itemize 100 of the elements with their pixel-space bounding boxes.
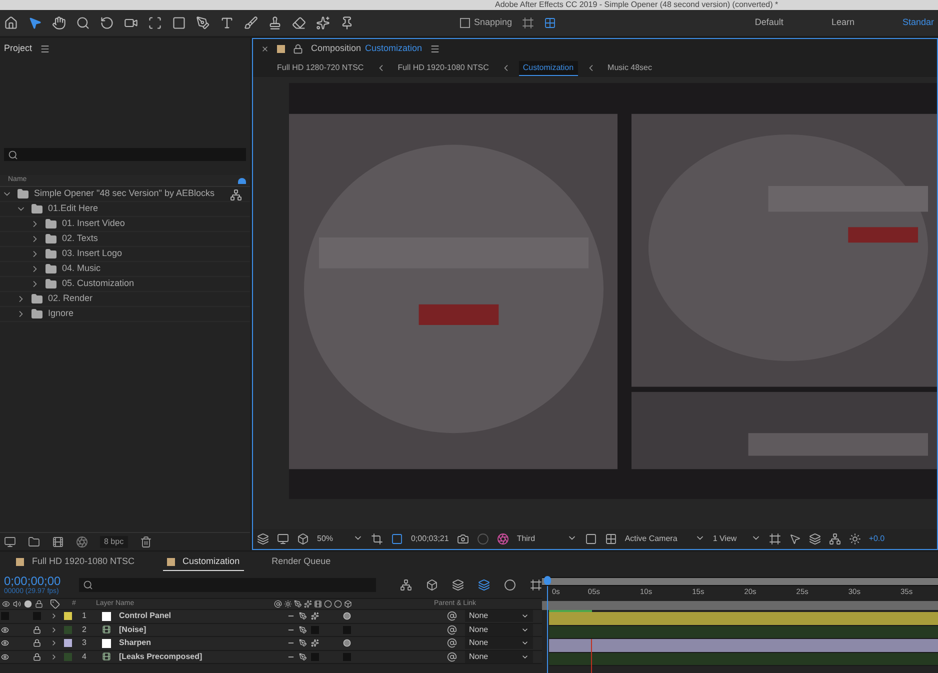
flowchart-icon[interactable]: [230, 189, 242, 201]
lock-icon[interactable]: [293, 44, 303, 54]
quality-icon[interactable]: [299, 652, 307, 661]
pan-behind-tool-icon[interactable]: [148, 16, 162, 30]
label-icon[interactable]: [50, 599, 60, 609]
camera-dropdown[interactable]: Active Camera: [624, 533, 705, 545]
visibility-icon[interactable]: [1, 652, 9, 661]
project-item[interactable]: 04. Music: [62, 262, 101, 276]
project-item[interactable]: 02. Texts: [62, 232, 98, 246]
lock-icon[interactable]: [33, 652, 41, 661]
quality-icon[interactable]: [299, 639, 307, 648]
rotate-tool-icon[interactable]: [100, 16, 114, 30]
current-time[interactable]: 0;00;03;21: [411, 533, 449, 545]
motion-blur-icon[interactable]: [504, 579, 516, 591]
layer-row[interactable]: 4 [Leaks Precomposed] None: [0, 650, 542, 664]
zoom-dropdown[interactable]: 50%: [317, 533, 363, 545]
effect-icon[interactable]: [311, 639, 319, 648]
timeline-tab[interactable]: Render Queue: [268, 553, 335, 571]
snapshot-icon[interactable]: [456, 533, 469, 545]
workspace-tab[interactable]: Default: [730, 16, 808, 30]
camera-tool-icon[interactable]: [124, 16, 138, 30]
collapse-switch-icon[interactable]: [284, 600, 292, 608]
lock-icon[interactable]: [33, 626, 41, 634]
pick-whip-icon[interactable]: [447, 652, 457, 662]
breadcrumb[interactable]: Full HD 1280-720 NTSC: [273, 61, 368, 75]
breadcrumb[interactable]: Customization: [518, 60, 578, 76]
eraser-tool-icon[interactable]: [292, 16, 306, 30]
hand-tool-icon[interactable]: [52, 16, 66, 30]
quality-icon[interactable]: [299, 612, 307, 620]
resolution-dropdown[interactable]: Third: [516, 533, 577, 545]
effect-switch-icon[interactable]: [304, 600, 312, 608]
quality-icon[interactable]: [299, 626, 307, 634]
effect-icon[interactable]: [311, 612, 319, 620]
new-folder-icon[interactable]: [28, 536, 40, 548]
solo-icon[interactable]: [24, 600, 32, 608]
project-item[interactable]: 01. Insert Video: [62, 217, 125, 231]
monitor-icon[interactable]: [277, 533, 289, 545]
label-swatch[interactable]: [64, 612, 72, 620]
snapping-checkbox[interactable]: Snapping: [460, 16, 512, 30]
new-composition-icon[interactable]: [52, 536, 64, 548]
project-item[interactable]: Simple Opener "48 sec Version" by AEBlocks: [34, 187, 214, 201]
roto-brush-icon[interactable]: [316, 16, 330, 30]
type-tool-icon[interactable]: [220, 16, 234, 30]
snap-grid-icon[interactable]: [544, 17, 556, 29]
timecode[interactable]: 0;00;00;00: [4, 574, 72, 588]
parent-dropdown[interactable]: None: [465, 610, 533, 622]
work-area-bar[interactable]: [542, 577, 938, 586]
close-icon[interactable]: [261, 45, 269, 53]
3d-switch-icon[interactable]: [344, 600, 352, 608]
playhead-handle[interactable]: [544, 576, 551, 585]
video-icon[interactable]: [2, 600, 10, 608]
layer-search-field[interactable]: [79, 578, 376, 592]
layer-duration-bar[interactable]: [549, 639, 938, 652]
shy-layers-icon[interactable]: [452, 579, 464, 591]
rectangle-tool-icon[interactable]: [172, 16, 186, 30]
project-item[interactable]: 03. Insert Logo: [62, 247, 122, 261]
timeline-tab[interactable]: Customization: [162, 552, 244, 572]
composition-tab[interactable]: Customization: [365, 42, 422, 56]
interpret-footage-icon[interactable]: [4, 536, 16, 548]
project-settings-icon[interactable]: [76, 536, 88, 548]
adjustment-layer-icon[interactable]: [343, 612, 351, 620]
transparency-grid-icon[interactable]: [604, 533, 617, 545]
exposure-value[interactable]: +0.0: [868, 533, 885, 545]
region-of-interest-icon[interactable]: [391, 533, 403, 545]
always-preview-icon[interactable]: [257, 533, 269, 545]
lock-icon[interactable]: [33, 639, 41, 648]
layer-name[interactable]: [Noise]: [119, 624, 287, 636]
clone-stamp-icon[interactable]: [268, 16, 282, 30]
bit-depth-button[interactable]: 8 bpc: [100, 536, 128, 548]
fast-preview-icon[interactable]: [584, 533, 597, 545]
pick-whip-icon[interactable]: [447, 611, 457, 622]
puppet-pin-icon[interactable]: [340, 16, 354, 30]
visibility-icon[interactable]: [1, 639, 9, 648]
workspace-tab[interactable]: Standar: [878, 16, 934, 30]
zoom-tool-icon[interactable]: [76, 16, 90, 30]
adjustment-switch-icon[interactable]: [334, 600, 342, 608]
parent-dropdown[interactable]: None: [465, 624, 533, 636]
pick-whip-icon[interactable]: [447, 638, 457, 648]
layer-name[interactable]: Control Panel: [119, 610, 287, 622]
project-item[interactable]: 05. Customization: [62, 277, 134, 291]
pick-whip-icon[interactable]: [447, 624, 457, 635]
motion-blur-switch-icon[interactable]: [324, 600, 332, 608]
breadcrumb[interactable]: Music 48sec: [604, 61, 656, 75]
panel-menu-icon[interactable]: [40, 44, 50, 54]
breadcrumb[interactable]: Full HD 1920-1080 NTSC: [394, 61, 493, 75]
frame-blending-icon[interactable]: [478, 579, 490, 591]
label-swatch[interactable]: [64, 652, 72, 661]
parent-dropdown[interactable]: None: [465, 637, 533, 650]
flowchart-icon[interactable]: [828, 533, 841, 545]
lock-icon[interactable]: [35, 600, 43, 608]
layer-duration-bar[interactable]: [549, 612, 938, 626]
layer-name[interactable]: [Leaks Precomposed]: [119, 650, 287, 663]
panel-menu-icon[interactable]: [430, 44, 440, 54]
layer-name[interactable]: Sharpen: [119, 637, 287, 650]
trash-icon[interactable]: [140, 536, 152, 548]
resolution-icon[interactable]: [371, 533, 383, 545]
project-item[interactable]: 01.Edit Here: [48, 202, 98, 216]
exposure-icon[interactable]: [848, 533, 861, 545]
pen-tool-icon[interactable]: [196, 16, 210, 30]
label-swatch[interactable]: [64, 639, 72, 648]
